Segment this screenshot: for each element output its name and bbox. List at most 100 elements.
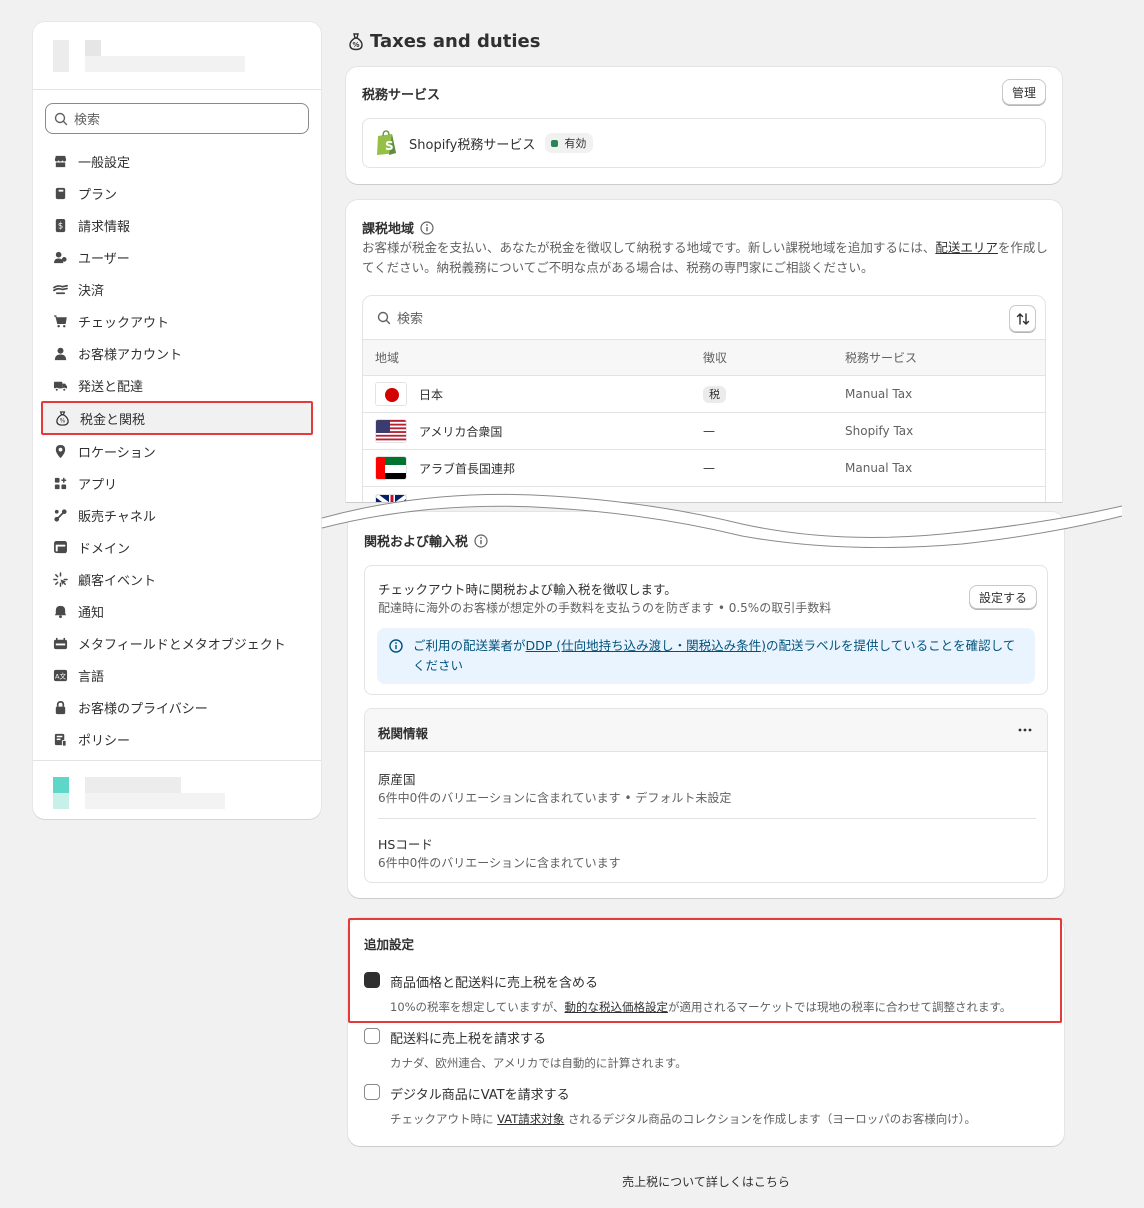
info-icon[interactable] bbox=[420, 220, 434, 235]
sidebar-item-customer-accounts[interactable]: お客様アカウント bbox=[33, 337, 321, 369]
learn-more-footer: 売上税について詳しくはこちら bbox=[0, 1173, 1144, 1190]
sidebar-item-languages[interactable]: A文 言語 bbox=[33, 659, 321, 691]
sidebar-item-general[interactable]: 一般設定 bbox=[33, 145, 321, 177]
collect-badge: 税 bbox=[703, 386, 726, 403]
sidebar-item-checkout[interactable]: チェックアウト bbox=[33, 305, 321, 337]
blurred-account-name bbox=[85, 777, 181, 793]
sidebar-item-label: 言語 bbox=[78, 669, 105, 685]
tax-regions-card: 課税地域 お客様が税金を支払い、あなたが税金を徴収して納税する地域です。新しい課… bbox=[346, 200, 1062, 502]
sidebar-item-shipping[interactable]: 発送と配達 bbox=[33, 369, 321, 401]
table-row[interactable]: 日本 税 Manual Tax bbox=[363, 376, 1045, 413]
sidebar-item-taxes[interactable]: % 税金と関税 bbox=[41, 401, 313, 435]
info-icon bbox=[389, 639, 403, 653]
sidebar-item-users[interactable]: ユーザー bbox=[33, 241, 321, 273]
include-tax-checkbox[interactable] bbox=[364, 972, 380, 988]
option-help: チェックアウト時に bbox=[390, 1112, 498, 1126]
option-help: カナダ、欧州連合、アメリカでは自動的に計算されます。 bbox=[390, 1056, 687, 1070]
shipping-zones-link[interactable]: 配送エリア bbox=[935, 240, 998, 255]
sidebar-item-label: 発送と配達 bbox=[78, 379, 144, 395]
option-label: 商品価格と配送料に売上税を含める bbox=[390, 976, 599, 991]
desc-text: お客様が税金を支払い、あなたが税金を徴収して納税する地域です。新しい課税地域を追… bbox=[362, 240, 936, 255]
collect-duties-box: チェックアウト時に関税および輸入税を徴収します。 配達時に海外のお客様が想定外の… bbox=[364, 565, 1048, 695]
column-header-service[interactable]: 税務サービス bbox=[845, 349, 1045, 366]
lock-icon bbox=[55, 700, 66, 714]
customs-info-box: 税関情報 原産国 6件中0件のバリエーションに含まれています • デフォルト未設… bbox=[364, 708, 1048, 883]
tax-bag-icon: % bbox=[56, 410, 69, 426]
shipping-tax-checkbox[interactable] bbox=[364, 1028, 380, 1044]
sidebar-nav: 一般設定 プラン $ 請求情報 ユーザー 決済 チェックアウト お客様アカウント … bbox=[33, 145, 321, 755]
dynamic-pricing-link[interactable]: 動的な税込価格設定 bbox=[564, 1000, 668, 1014]
vat-collection-link[interactable]: VAT請求対象 bbox=[497, 1112, 564, 1126]
learn-more-sales-tax-link[interactable]: 売上税について詳しくはこちら bbox=[622, 1175, 790, 1189]
blurred-account-email bbox=[85, 793, 225, 809]
sidebar-item-locations[interactable]: ロケーション bbox=[33, 435, 321, 467]
column-header-region[interactable]: 地域 bbox=[363, 349, 703, 366]
japan-flag-icon bbox=[375, 382, 407, 406]
blurred-avatar bbox=[53, 793, 69, 809]
customs-info-title: 税関情報 bbox=[378, 726, 429, 741]
option-include-tax: 商品価格と配送料に売上税を含める 10%の税率を想定していますが、動的な税込価格… bbox=[364, 972, 1011, 1015]
sidebar-item-label: ドメイン bbox=[78, 541, 131, 557]
ddp-link[interactable]: DDP (仕向地持ち込み渡し・関税込み条件) bbox=[526, 638, 767, 653]
sidebar-item-label: 決済 bbox=[78, 283, 105, 299]
sidebar-item-billing[interactable]: $ 請求情報 bbox=[33, 209, 321, 241]
store-icon bbox=[54, 155, 67, 167]
sidebar-item-apps[interactable]: アプリ bbox=[33, 467, 321, 499]
sidebar-item-domains[interactable]: ドメイン bbox=[33, 531, 321, 563]
account-footer[interactable] bbox=[33, 760, 321, 819]
hs-code-subtitle: 6件中0件のバリエーションに含まれています bbox=[378, 856, 621, 870]
sidebar-item-sales-channels[interactable]: 販売チャネル bbox=[33, 499, 321, 531]
tax-service-name: Shopify税務サービス bbox=[409, 137, 536, 153]
sidebar-item-label: 請求情報 bbox=[78, 219, 131, 235]
digital-vat-checkbox[interactable] bbox=[364, 1084, 380, 1100]
country-name: アメリカ合衆国 bbox=[419, 424, 503, 439]
sidebar-item-privacy[interactable]: お客様のプライバシー bbox=[33, 691, 321, 723]
svg-text:A文: A文 bbox=[55, 671, 66, 680]
users-icon bbox=[53, 251, 67, 263]
status-badge-label: 有効 bbox=[564, 137, 587, 150]
section-break-wave bbox=[322, 493, 1122, 548]
tax-service-card: 税務サービス 管理 S Shopify税務サービス 有効 bbox=[346, 67, 1062, 184]
sidebar-item-label: プラン bbox=[78, 187, 118, 203]
more-horizontal-icon[interactable] bbox=[1017, 724, 1033, 736]
store-header[interactable] bbox=[33, 22, 321, 90]
policy-icon bbox=[54, 733, 67, 747]
sidebar-item-policies[interactable]: ポリシー bbox=[33, 723, 321, 755]
additional-settings-card: 追加設定 商品価格と配送料に売上税を含める 10%の税率を想定していますが、動的… bbox=[348, 918, 1064, 1146]
sidebar-item-label: メタフィールドとメタオブジェクト bbox=[78, 637, 286, 653]
customs-info-header: 税関情報 bbox=[365, 709, 1047, 752]
sidebar-item-plan[interactable]: プラン bbox=[33, 177, 321, 209]
additional-settings-title: 追加設定 bbox=[364, 937, 415, 952]
regions-search-input[interactable]: 検索 bbox=[363, 296, 1045, 340]
sidebar-item-metafields[interactable]: メタフィールドとメタオブジェクト bbox=[33, 627, 321, 659]
info-text: ご利用の配送業者が bbox=[413, 638, 526, 653]
tax-service-row[interactable]: S Shopify税務サービス 有効 bbox=[362, 118, 1046, 168]
sidebar-search-input[interactable]: 検索 bbox=[45, 103, 309, 134]
tax-regions-description: お客様が税金を支払い、あなたが税金を徴収して納税する地域です。新しい課税地域を追… bbox=[362, 238, 1048, 278]
regions-search-placeholder: 検索 bbox=[397, 312, 424, 327]
origin-country-subtitle: 6件中0件のバリエーションに含まれています • デフォルト未設定 bbox=[378, 791, 732, 805]
hs-code-title: HSコード bbox=[378, 837, 433, 852]
option-help: されるデジタル商品のコレクションを作成します（ヨーロッパのお客様向け）。 bbox=[564, 1112, 976, 1126]
sidebar-item-customer-events[interactable]: 顧客イベント bbox=[33, 563, 321, 595]
svg-text:S: S bbox=[385, 139, 394, 153]
option-shipping-tax: 配送料に売上税を請求する カナダ、欧州連合、アメリカでは自動的に計算されます。 bbox=[364, 1028, 687, 1071]
cart-icon bbox=[53, 314, 67, 327]
table-row[interactable]: アラブ首長国連邦 — Manual Tax bbox=[363, 450, 1045, 487]
option-label: デジタル商品にVATを請求する bbox=[390, 1088, 570, 1103]
option-help: が適用されるマーケットでは現地の税率に合わせて調整されます。 bbox=[667, 1000, 1012, 1014]
sidebar-search-placeholder: 検索 bbox=[74, 113, 101, 128]
sidebar-item-label: お客様アカウント bbox=[78, 347, 183, 363]
sidebar-item-payments[interactable]: 決済 bbox=[33, 273, 321, 305]
sidebar-item-notifications[interactable]: 通知 bbox=[33, 595, 321, 627]
setup-button[interactable]: 設定する bbox=[968, 585, 1037, 609]
duties-card: 関税および輸入税 チェックアウト時に関税および輸入税を徴収します。 配達時に海外… bbox=[348, 512, 1064, 898]
sidebar-item-label: お客様のプライバシー bbox=[78, 701, 208, 717]
table-row[interactable]: アメリカ合衆国 — Shopify Tax bbox=[363, 413, 1045, 450]
manage-button[interactable]: 管理 bbox=[1001, 79, 1046, 105]
column-header-collect[interactable]: 徴収 bbox=[703, 349, 845, 366]
collect-duties-title: チェックアウト時に関税および輸入税を徴収します。 bbox=[378, 582, 677, 597]
settings-sidebar: 検索 一般設定 プラン $ 請求情報 ユーザー 決済 チェックアウト お客様アカウ… bbox=[33, 22, 321, 819]
sort-button[interactable] bbox=[1009, 305, 1036, 332]
sidebar-item-label: 税金と関税 bbox=[80, 412, 146, 428]
